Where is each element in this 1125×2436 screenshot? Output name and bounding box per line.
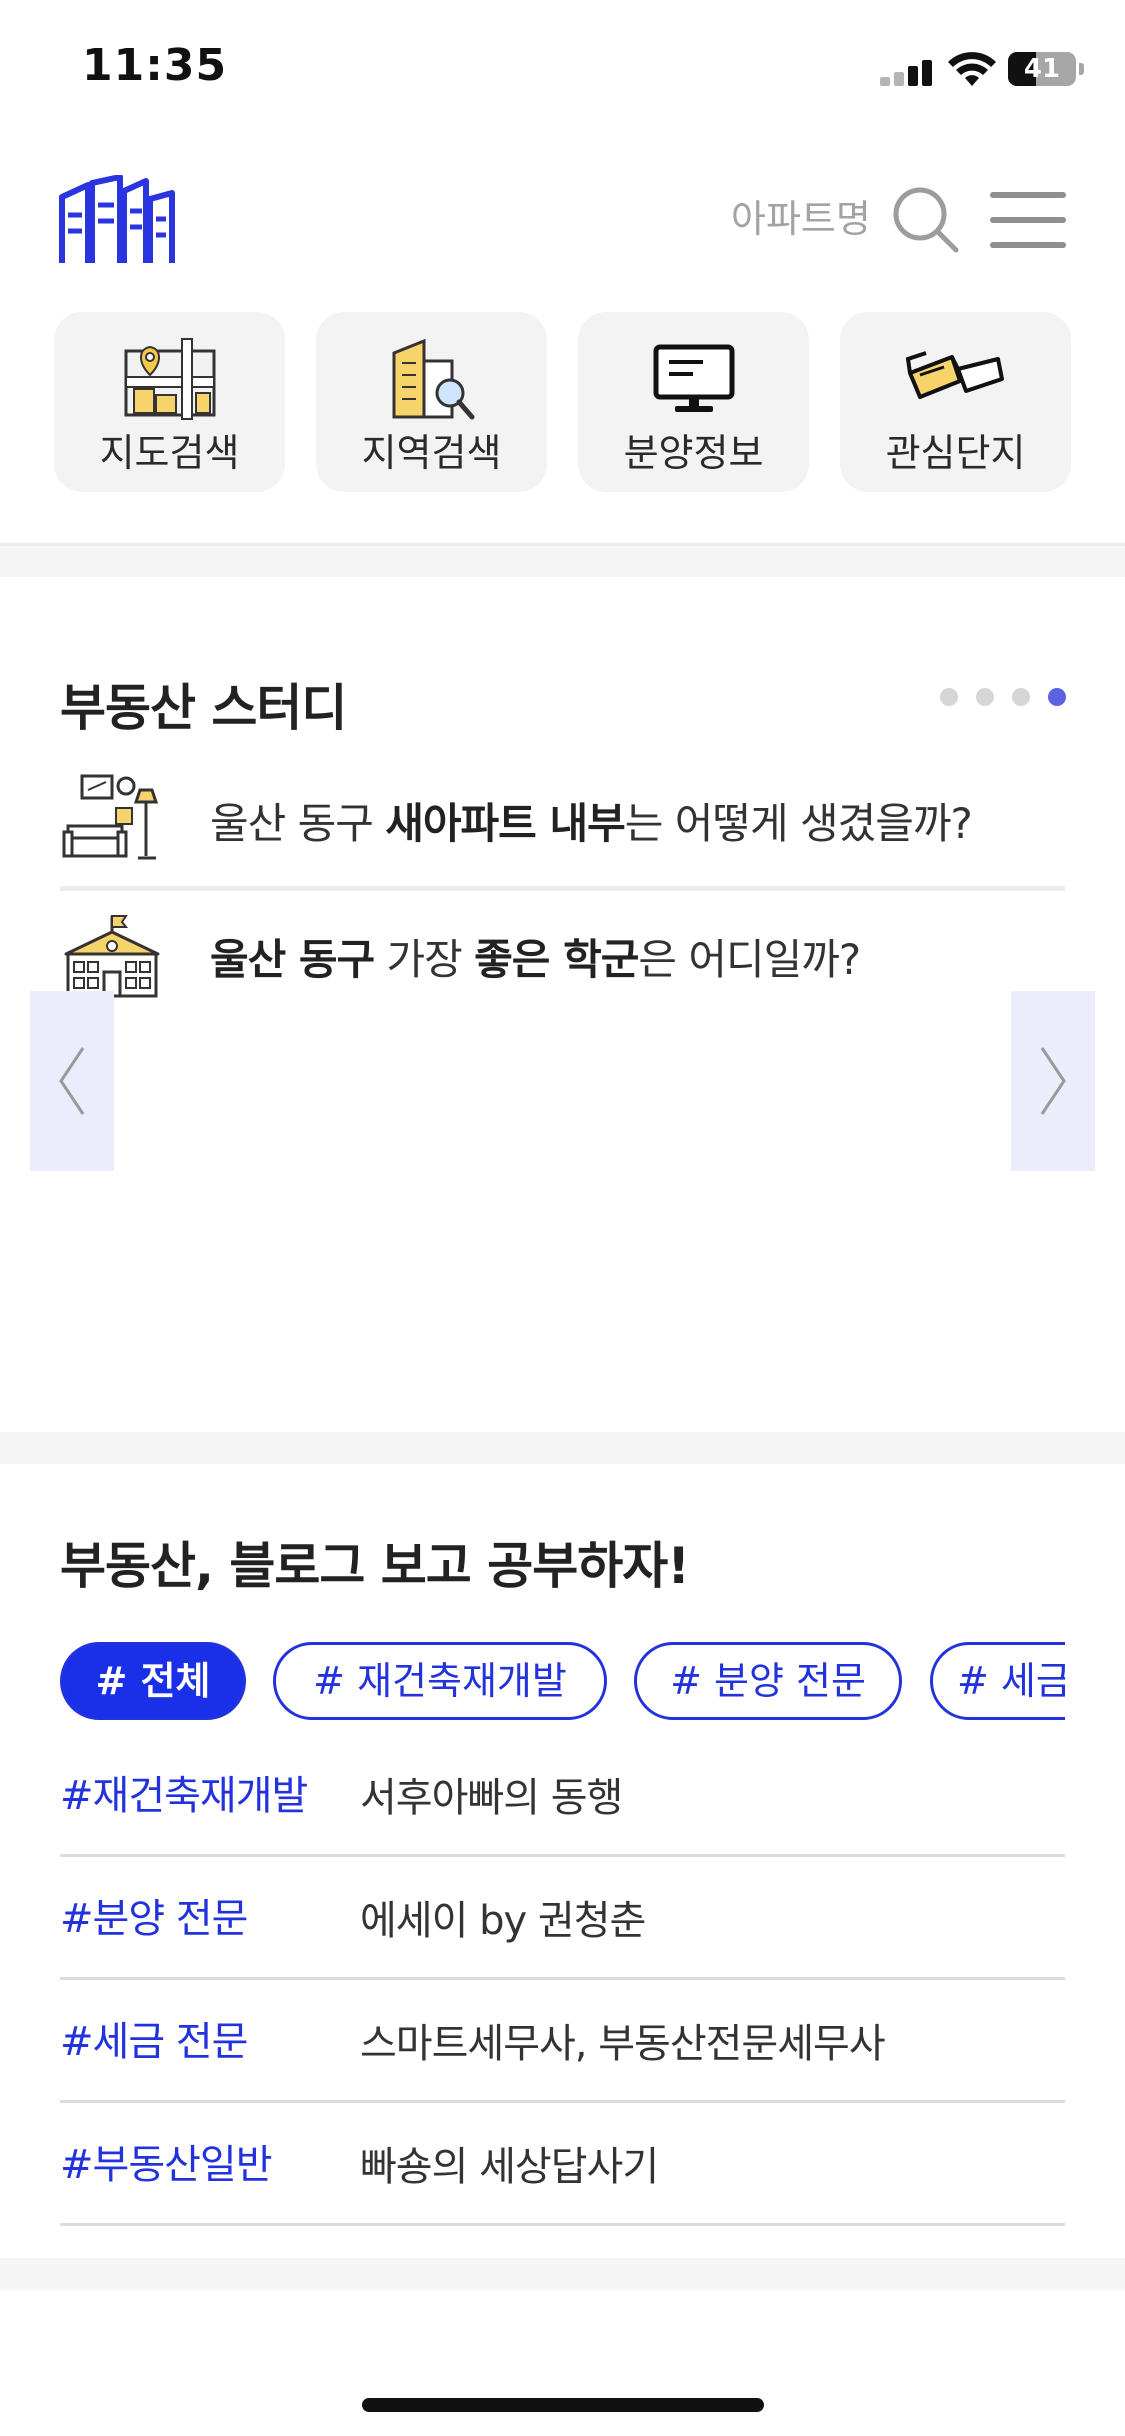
quick-menu-favorites[interactable]: 관심단지 — [840, 312, 1071, 492]
carousel-prev-button[interactable] — [30, 991, 114, 1171]
quick-menu-map-search[interactable]: 지도검색 — [54, 312, 285, 492]
map-pin-icon — [124, 338, 215, 420]
carousel-dot-active[interactable] — [1048, 688, 1066, 706]
carousel-next-button[interactable] — [1011, 991, 1095, 1171]
chevron-left-icon — [59, 1047, 85, 1115]
study-text-part: 울산 동구 — [210, 799, 386, 848]
blog-row[interactable]: #세금 전문 스마트세무사, 부동산전문세무사 — [60, 1981, 1065, 2103]
blog-row[interactable]: #분양 전문 에세이 by 권청춘 — [60, 1858, 1065, 1980]
study-separator — [60, 886, 1065, 891]
carousel-dot[interactable] — [940, 688, 958, 706]
study-item[interactable]: 울산 동구 새아파트 내부는 어떻게 생겼을까? — [60, 760, 1065, 880]
tag-chip-reconstruction[interactable]: # 재건축재개발 — [273, 1642, 607, 1720]
study-item-text: 울산 동구 가장 좋은 학군은 어디일까? — [210, 926, 861, 987]
study-text-part: 가장 — [374, 935, 475, 984]
blog-row[interactable]: #부동산일반 빠숑의 세상답사기 — [60, 2104, 1065, 2226]
apartment-search-label[interactable]: 아파트명 — [731, 188, 871, 243]
living-room-icon — [62, 774, 159, 860]
study-item[interactable]: 울산 동구 가장 좋은 학군은 어디일까? — [60, 896, 1065, 1016]
study-text-bold: 새아파트 내부 — [385, 799, 625, 848]
study-text-bold: 좋은 학군 — [474, 935, 639, 984]
blog-row-tag: #세금 전문 — [60, 2019, 248, 2065]
blog-row-tag: #재건축재개발 — [60, 1773, 308, 1819]
blog-row-name: 서후아빠의 동행 — [360, 1775, 623, 1821]
monitor-icon — [653, 344, 734, 412]
study-text-part: 는 어떻게 생겼을까? — [624, 799, 973, 848]
study-text-part: 은 어디일까? — [638, 935, 861, 984]
tag-chip-sales[interactable]: # 분양 전문 — [634, 1642, 902, 1720]
carousel-dot[interactable] — [976, 688, 994, 706]
section-divider — [0, 543, 1125, 577]
hamburger-menu-icon[interactable] — [990, 192, 1066, 248]
carousel-dot[interactable] — [1012, 688, 1030, 706]
blog-row-tag: #분양 전문 — [60, 1896, 248, 1942]
section-divider — [0, 2258, 1125, 2290]
quick-menu-label: 관심단지 — [885, 431, 1026, 475]
home-indicator[interactable] — [362, 2398, 764, 2412]
study-item-text: 울산 동구 새아파트 내부는 어떻게 생겼을까? — [210, 790, 973, 851]
quick-menu: 지도검색 지역검색 분양정보 관심단지 — [54, 312, 1071, 492]
tag-chip-tax[interactable]: # 세금 — [930, 1642, 1065, 1720]
study-text-bold: 울산 동구 — [210, 935, 375, 984]
quick-menu-sales-info[interactable]: 분양정보 — [578, 312, 809, 492]
carousel-pagination[interactable] — [940, 688, 1066, 706]
blog-row-tag: #부동산일반 — [60, 2142, 273, 2188]
cellular-signal-icon — [880, 60, 932, 86]
section-divider — [0, 1432, 1125, 1464]
building-search-icon — [392, 338, 474, 420]
battery-level-text: 41 — [1023, 54, 1061, 84]
blog-row-name: 스마트세무사, 부동산전문세무사 — [360, 2021, 886, 2067]
status-time: 11:35 — [82, 40, 228, 91]
blog-row-name: 빠숑의 세상답사기 — [360, 2144, 659, 2190]
quick-menu-label: 지도검색 — [99, 431, 240, 475]
school-icon — [64, 915, 160, 998]
study-section-title: 부동산 스터디 — [60, 679, 347, 737]
blog-row-name: 에세이 by 권청춘 — [360, 1898, 646, 1944]
search-icon[interactable] — [892, 186, 960, 254]
quick-menu-region-search[interactable]: 지역검색 — [316, 312, 547, 492]
quick-menu-label: 분양정보 — [623, 431, 764, 475]
building-logo-icon[interactable] — [58, 175, 176, 267]
chevron-right-icon — [1040, 1047, 1066, 1115]
blog-row[interactable]: #재건축재개발 서후아빠의 동행 — [60, 1735, 1065, 1857]
blog-section-title: 부동산, 블로그 보고 공부하자! — [60, 1537, 690, 1595]
3d-glasses-icon — [905, 351, 1004, 399]
blog-tag-filter: # 전체 # 재건축재개발 # 분양 전문 # 세금 — [60, 1642, 1065, 1722]
quick-menu-label: 지역검색 — [361, 431, 502, 475]
status-bar: 11:35 41 — [0, 0, 1125, 140]
wifi-icon — [948, 52, 996, 86]
battery-icon: 41 — [1008, 52, 1076, 86]
tag-chip-all[interactable]: # 전체 — [60, 1642, 246, 1720]
battery-cap — [1079, 63, 1084, 75]
